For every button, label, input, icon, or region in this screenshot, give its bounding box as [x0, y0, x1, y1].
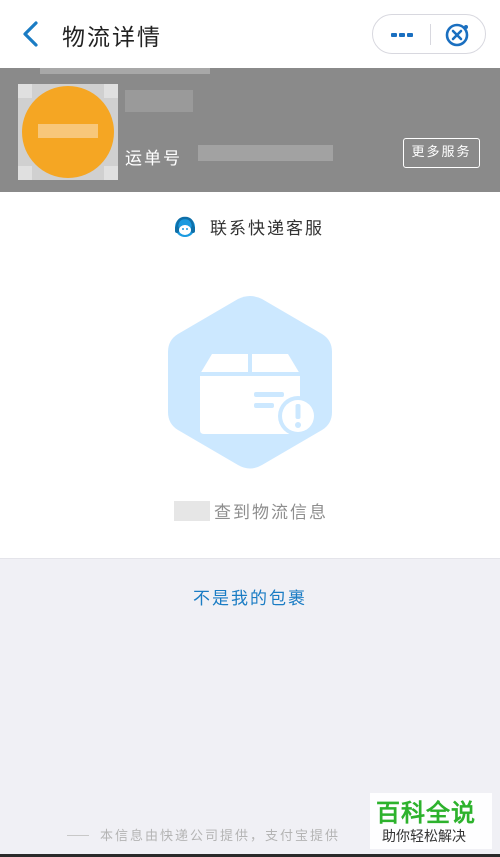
mini-program-capsule [372, 14, 486, 54]
waybill-number-redacted [198, 145, 333, 161]
capsule-divider [430, 24, 431, 45]
close-target-icon [445, 23, 469, 47]
tracking-card: 联系快递客服 查到物流信息 [0, 192, 500, 559]
redacted-prefix [174, 501, 210, 521]
redacted-strip [40, 68, 210, 74]
watermark: 百科全说 助你轻松解决 [370, 793, 492, 849]
close-button[interactable] [437, 19, 479, 49]
more-services-button[interactable]: 更多服务 [403, 138, 480, 168]
chevron-left-icon [23, 21, 38, 47]
footer-dash [67, 835, 89, 836]
waybill-label: 运单号 [125, 149, 182, 169]
not-my-package-link[interactable]: 不是我的包裹 [0, 584, 500, 609]
back-button[interactable] [14, 16, 48, 52]
footer-source-text: 本信息由快递公司提供，支付宝提供 [100, 829, 341, 844]
more-button[interactable] [377, 19, 427, 49]
shipment-info-band: 运单号 更多服务 [0, 68, 500, 192]
courier-name-redacted [125, 90, 193, 112]
title-bar: 物流详情 [0, 0, 500, 68]
customer-service-icon [175, 216, 195, 237]
package-alert-icon [168, 296, 332, 469]
courier-logo [18, 84, 118, 180]
more-dots-icon [391, 33, 413, 37]
page-title: 物流详情 [62, 25, 162, 51]
contact-label: 联系快递客服 [210, 219, 324, 239]
watermark-title: 百科全说 [376, 799, 476, 827]
watermark-subtitle: 助你轻松解决 [382, 829, 466, 845]
empty-message-text: 查到物流信息 [214, 503, 328, 523]
